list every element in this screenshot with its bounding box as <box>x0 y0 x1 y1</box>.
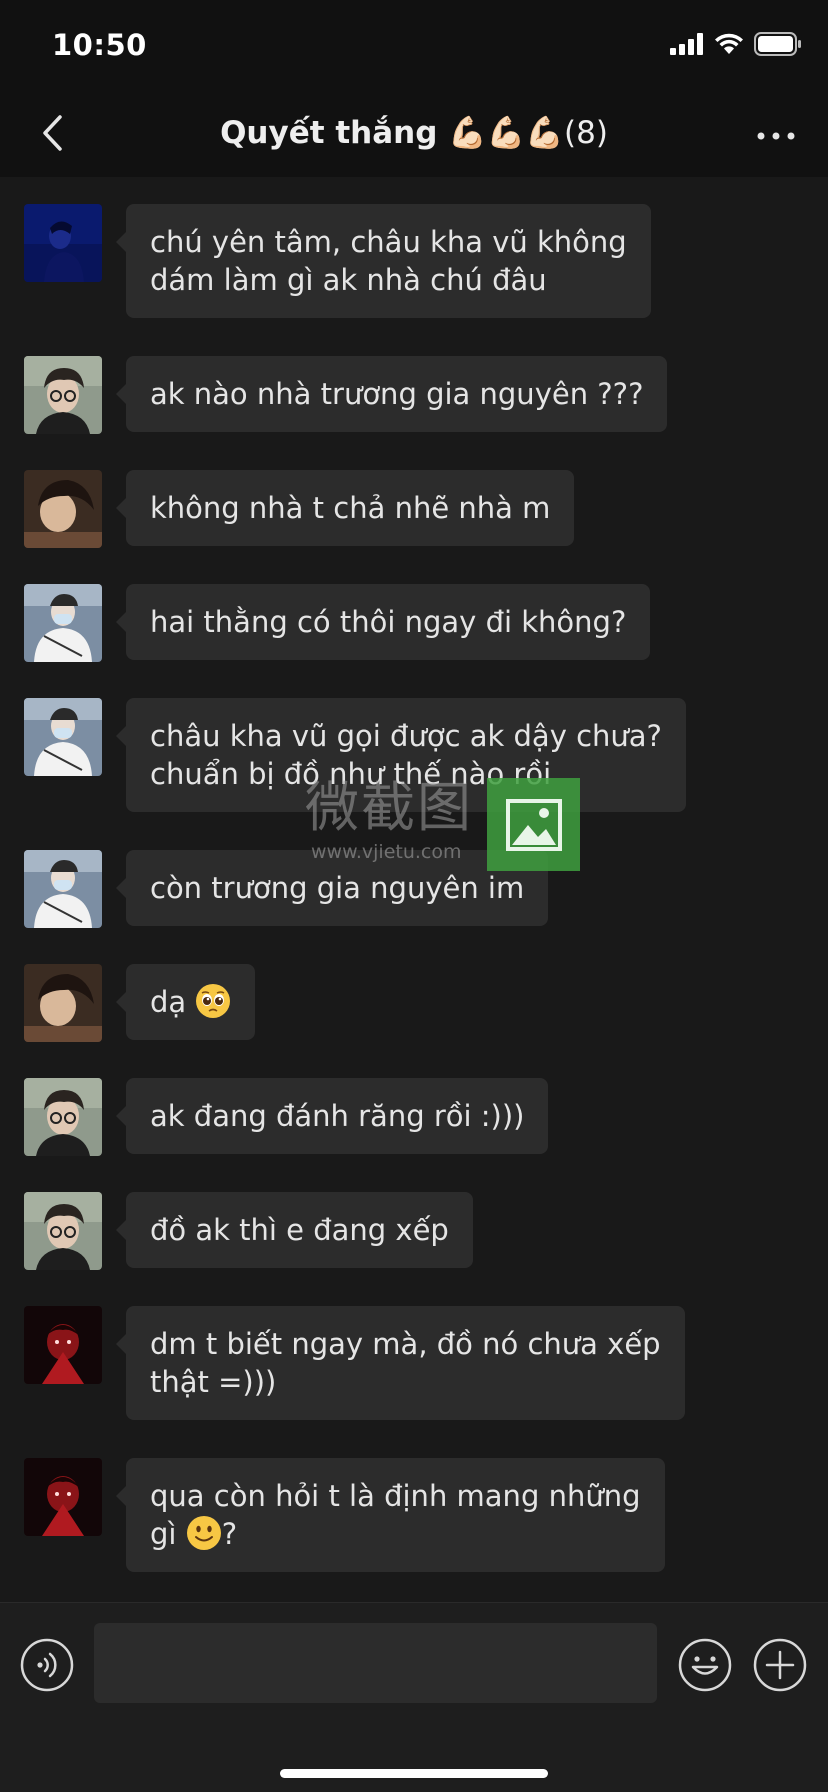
message-text-line: thật =))) <box>150 1365 277 1399</box>
message-text: gì <box>150 1517 186 1551</box>
nav-bar: Quyết thắng 💪🏻💪🏻💪🏻(8) <box>0 95 828 177</box>
avatar[interactable] <box>24 1192 102 1270</box>
message-bubble[interactable]: đồ ak thì e đang xếp <box>116 1192 473 1268</box>
voice-input-icon <box>20 1638 74 1696</box>
message-text-line: dm t biết ngay mà, đồ nó chưa xếp <box>150 1327 661 1361</box>
avatar[interactable] <box>24 1078 102 1156</box>
message-text: ? <box>221 1517 238 1551</box>
message-text: dạ <box>150 985 187 1019</box>
message-bubble[interactable]: dm t biết ngay mà, đồ nó chưa xếp thật =… <box>116 1306 685 1420</box>
watermark: 微截图 www.vjietu.com <box>305 778 580 873</box>
input-bar <box>0 1602 828 1792</box>
message-bubble[interactable]: chú yên tâm, châu kha vũ không dám làm g… <box>116 204 651 318</box>
more-dots-icon <box>756 126 796 145</box>
watermark-url: www.vjietu.com <box>311 841 462 863</box>
avatar[interactable] <box>24 1306 102 1384</box>
avatar[interactable] <box>24 850 102 928</box>
message-input[interactable] <box>94 1623 657 1703</box>
avatar[interactable] <box>24 204 102 282</box>
message-text-line: ak nào nhà trương gia nguyên ??? <box>150 377 644 411</box>
message-text-line: hai thằng có thôi ngay đi không? <box>150 605 627 639</box>
message-text-line: chú yên tâm, châu kha vũ không <box>150 225 627 259</box>
avatar[interactable] <box>24 356 102 434</box>
pleading-face-emoji <box>195 983 231 1019</box>
home-indicator <box>280 1769 548 1778</box>
avatar[interactable] <box>24 698 102 776</box>
status-bar: 10:50 <box>0 0 828 95</box>
message-text-line: qua còn hỏi t là định mang những <box>150 1479 641 1513</box>
chevron-left-icon <box>40 113 64 157</box>
emoji-smiley-icon <box>678 1638 732 1696</box>
chat-title-text: Quyết thắng 💪🏻💪🏻💪🏻 <box>220 115 564 151</box>
battery-icon <box>754 32 802 56</box>
cellular-signal-icon <box>670 33 704 55</box>
member-count: (8) <box>564 115 608 151</box>
message-text-line: còn trương gia nguyên im <box>150 871 525 905</box>
message-text-line: đồ ak thì e đang xếp <box>150 1213 449 1247</box>
wifi-icon <box>714 33 744 55</box>
status-time: 10:50 <box>52 28 147 62</box>
chat-title: Quyết thắng 💪🏻💪🏻💪🏻(8) <box>120 108 708 158</box>
plus-circle-icon <box>753 1638 807 1696</box>
emoji-button[interactable] <box>678 1638 732 1692</box>
message-text-line: ak đang đánh răng rồi :))) <box>150 1099 525 1133</box>
avatar[interactable] <box>24 964 102 1042</box>
avatar[interactable] <box>24 470 102 548</box>
chat-screen: 10:50 Quyết thắng 💪🏻💪🏻💪🏻(8) chú yên tâm,… <box>0 0 828 1792</box>
message-bubble[interactable]: qua còn hỏi t là định mang những gì ? <box>116 1458 665 1572</box>
more-button[interactable] <box>746 105 806 165</box>
message-bubble[interactable]: dạ <box>115 964 256 1040</box>
voice-input-button[interactable] <box>20 1638 74 1692</box>
watermark-text: 微截图 <box>305 776 473 839</box>
message-text-line: châu kha vũ gọi được ak dậy chưa? <box>150 719 662 753</box>
message-text-line: gì ? <box>150 1515 641 1553</box>
status-icons <box>670 32 802 56</box>
message-list[interactable]: chú yên tâm, châu kha vũ không dám làm g… <box>0 177 828 1602</box>
watermark-image-icon <box>487 778 580 871</box>
message-bubble[interactable]: ak nào nhà trương gia nguyên ??? <box>115 356 668 432</box>
avatar[interactable] <box>24 1458 102 1536</box>
message-bubble[interactable]: không nhà t chả nhẽ nhà m <box>115 470 575 546</box>
add-button[interactable] <box>753 1638 807 1692</box>
slightly-smiling-face-emoji <box>186 1515 222 1551</box>
message-bubble[interactable]: hai thằng có thôi ngay đi không? <box>115 584 651 660</box>
avatar[interactable] <box>24 584 102 662</box>
message-text-line: dám làm gì ak nhà chú đâu <box>150 263 547 297</box>
message-text-line: không nhà t chả nhẽ nhà m <box>150 491 551 525</box>
back-button[interactable] <box>22 105 82 165</box>
message-bubble[interactable]: ak đang đánh răng rồi :))) <box>115 1078 549 1154</box>
